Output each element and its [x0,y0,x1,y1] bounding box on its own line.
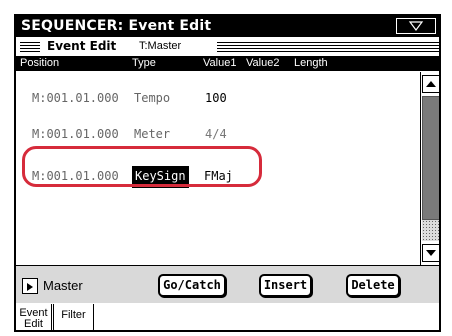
header-lines-left [20,42,40,52]
event-type: Meter [134,127,171,141]
event-value1: 100 [205,91,227,105]
event-position: M:001.01.000 [32,169,119,183]
event-value1: 4/4 [205,127,227,141]
col-value2: Value2 [246,57,280,69]
col-length: Length [294,57,328,69]
scroll-thumb[interactable] [422,96,439,220]
section-header: Event Edit T:Master [16,39,439,55]
insert-button[interactable]: Insert [259,274,312,297]
header-lines-right [217,42,439,52]
master-label: Master [43,278,83,293]
bottom-bar: Master Go/Catch Insert Delete [16,265,439,303]
track-label: T:Master [136,40,185,52]
triangle-up-icon [426,81,436,87]
scroll-up-button[interactable] [422,75,439,93]
delete-button[interactable]: Delete [346,274,400,297]
event-row[interactable]: M:001.01.000 Tempo 100 [16,88,419,110]
scroll-track-rest [422,220,439,241]
go-catch-button[interactable]: Go/Catch [158,274,226,297]
sequencer-event-edit-screen: SEQUENCER: Event Edit Event Edit T:Maste… [14,14,441,332]
scroll-track[interactable] [422,96,439,241]
scrollbar[interactable] [420,72,439,265]
page-menu-button[interactable] [396,18,436,34]
triangle-down-icon [408,21,424,31]
section-label: Event Edit [44,39,120,53]
page-title: SEQUENCER: Event Edit [21,18,212,34]
column-header: Position Type Value1 Value2 Length [16,56,439,71]
event-list: M:001.01.000 Tempo 100 M:001.01.000 Mete… [16,72,419,265]
event-position: M:001.01.000 [32,91,119,105]
title-bar: SEQUENCER: Event Edit [16,16,439,37]
col-type: Type [132,57,156,69]
col-position: Position [20,57,60,69]
tab-bar: Event Edit Filter [16,304,439,330]
tab-filter[interactable]: Filter [53,304,94,330]
event-position: M:001.01.000 [32,127,119,141]
triangle-right-icon [27,283,33,291]
tab-event-edit[interactable]: Event Edit [16,304,52,330]
triangle-down-icon [426,250,436,256]
scroll-down-button[interactable] [422,244,439,262]
event-value1: FMaj [204,169,233,183]
event-type: Tempo [134,91,171,105]
col-value1: Value1 [203,57,237,69]
event-row[interactable]: M:001.01.000 Meter 4/4 [16,124,419,146]
master-expand-button[interactable] [22,278,38,294]
event-row-selected[interactable]: M:001.01.000 KeySign FMaj [16,166,419,188]
event-type: KeySign [132,166,189,188]
tab-event-edit-line2: Edit [24,318,43,330]
